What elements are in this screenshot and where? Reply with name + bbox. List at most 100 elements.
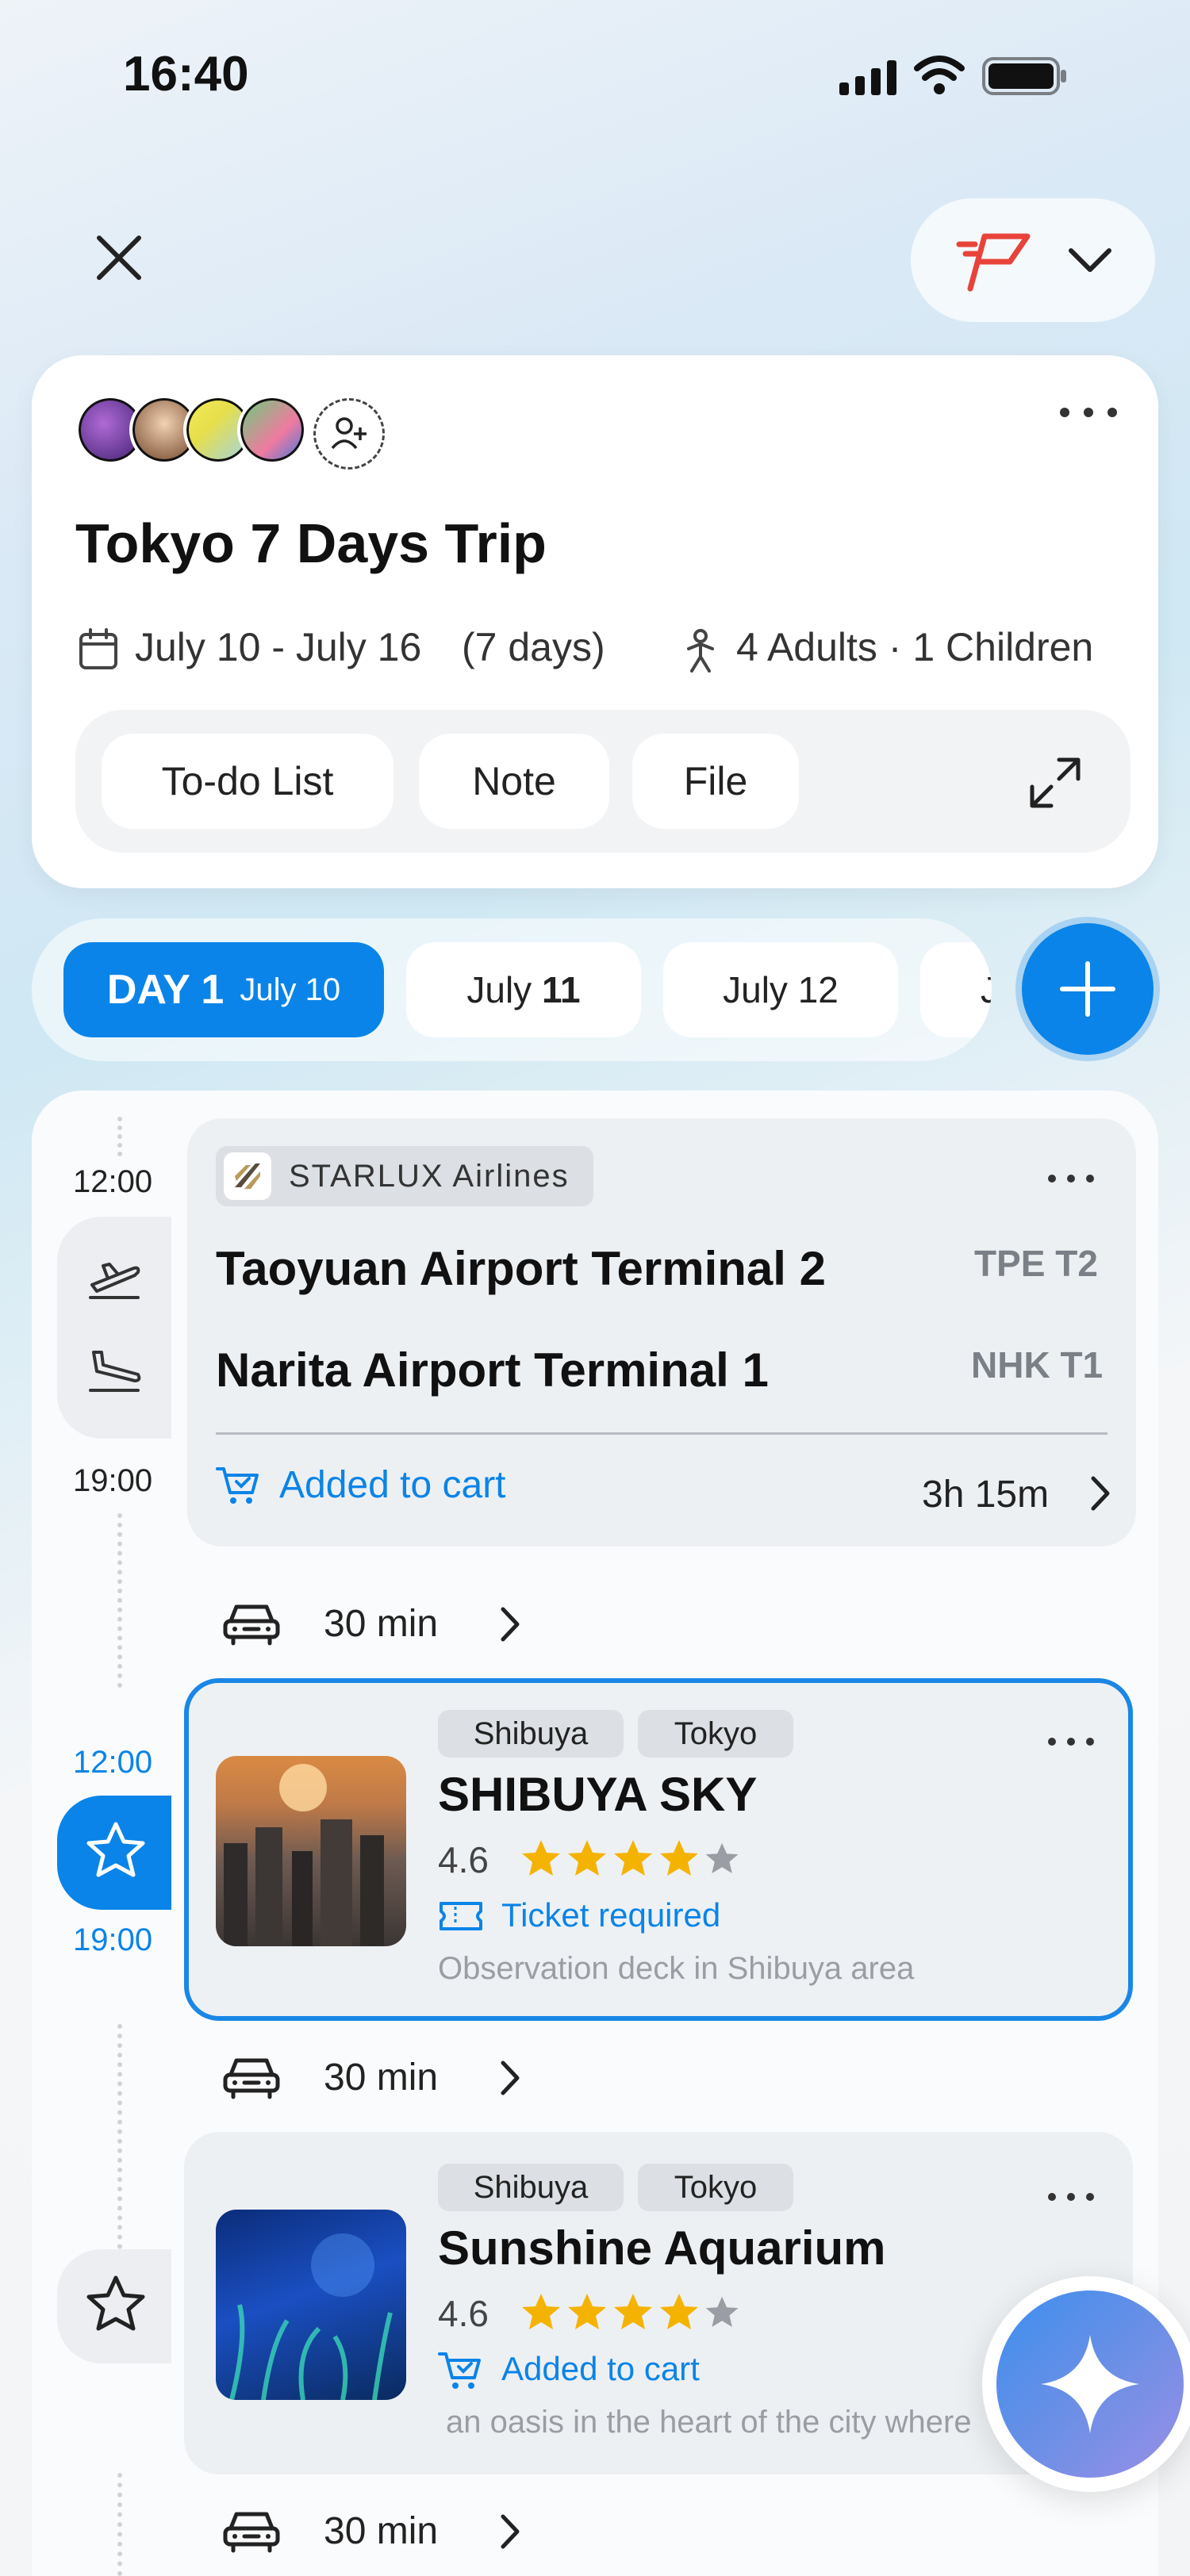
transit-duration: 30 min bbox=[324, 2510, 439, 2552]
tab-july-11[interactable]: July 11 bbox=[406, 942, 641, 1037]
departure-code: TPE T2 bbox=[974, 1243, 1098, 1284]
tab-july-13[interactable]: J bbox=[920, 942, 992, 1037]
ticket-icon bbox=[438, 1899, 484, 1934]
cart-icon bbox=[438, 2349, 482, 2392]
taxi-icon bbox=[222, 2053, 281, 2100]
star-icon bbox=[86, 1822, 145, 1877]
chevron-down-icon bbox=[1068, 247, 1112, 274]
todo-list-chip[interactable]: To-do List bbox=[102, 734, 393, 829]
place1-rating: 4.6 bbox=[438, 1839, 489, 1880]
flight-duration: 3h 15m bbox=[922, 1474, 1050, 1516]
taxi-icon bbox=[222, 1599, 281, 1646]
place1-start-time: 12:00 bbox=[73, 1745, 153, 1780]
tag-shibuya: Shibuya bbox=[438, 2164, 624, 2211]
day-label: DAY 1 bbox=[106, 967, 225, 1013]
arrival-code: NHK T1 bbox=[971, 1344, 1104, 1386]
place-photo bbox=[216, 1756, 406, 1946]
avatar bbox=[237, 395, 307, 465]
app-screen: 16:40 Tokyo 7 Days Trip July 10 - July 1… bbox=[0, 0, 1190, 2576]
rating-stars bbox=[520, 1838, 743, 1880]
wifi-icon bbox=[914, 56, 965, 95]
expand-button[interactable] bbox=[1027, 755, 1083, 811]
signal-icon bbox=[839, 59, 900, 95]
place1-more-button[interactable] bbox=[1046, 1735, 1096, 1748]
place2-rating: 4.6 bbox=[438, 2293, 489, 2334]
more-icon bbox=[1048, 1175, 1094, 1183]
timeline-connector bbox=[117, 1117, 122, 1156]
place-photo bbox=[216, 2210, 406, 2400]
cart-icon bbox=[216, 1464, 260, 1507]
day-date-prefix: July bbox=[466, 969, 542, 1010]
chevron-right-icon[interactable] bbox=[1090, 1475, 1111, 1512]
more-icon bbox=[1048, 2193, 1094, 2201]
transit-duration: 30 min bbox=[324, 2057, 439, 2099]
tab-july-12[interactable]: July 12 bbox=[663, 942, 898, 1037]
file-chip[interactable]: File bbox=[632, 734, 799, 829]
flight-end-time: 19:00 bbox=[73, 1463, 153, 1498]
flight-more-button[interactable] bbox=[1046, 1172, 1096, 1185]
ai-assistant-button[interactable] bbox=[982, 2276, 1190, 2492]
calendar-icon bbox=[78, 627, 119, 671]
airline-logo-icon bbox=[224, 1152, 271, 1200]
place1-description: Observation deck in Shibuya area bbox=[438, 1951, 915, 1986]
place2-more-button[interactable] bbox=[1046, 2191, 1096, 2203]
rating-stars bbox=[520, 2292, 743, 2333]
chevron-right-icon[interactable] bbox=[500, 1606, 520, 1643]
more-icon bbox=[1060, 408, 1117, 417]
place1-end-time: 19:00 bbox=[73, 1922, 153, 1957]
battery-icon bbox=[982, 57, 1068, 95]
tag-shibuya: Shibuya bbox=[438, 1710, 624, 1758]
sparkle-icon bbox=[1041, 2335, 1139, 2433]
trip-switcher-button[interactable] bbox=[911, 198, 1155, 322]
place2-rail bbox=[57, 2249, 171, 2363]
trip-more-button[interactable] bbox=[1057, 404, 1120, 420]
place1-name: SHIBUYA SKY bbox=[438, 1768, 758, 1821]
place2-description: an oasis in the heart of the city where bbox=[446, 2405, 972, 2440]
place1-status: Ticket required bbox=[501, 1896, 721, 1934]
day-tabs: DAY 1 July 10 July 11 July 12 J bbox=[32, 918, 992, 1061]
trip-tools-bar: To-do List Note File bbox=[75, 710, 1130, 853]
person-icon bbox=[681, 628, 720, 673]
flight-cart-status: Added to cart bbox=[279, 1464, 506, 1506]
taxi-icon bbox=[222, 2506, 281, 2554]
note-chip[interactable]: Note bbox=[419, 734, 609, 829]
arrival-airport: Narita Airport Terminal 1 bbox=[216, 1344, 769, 1397]
flight-start-time: 12:00 bbox=[73, 1164, 153, 1199]
add-day-button[interactable] bbox=[1022, 923, 1154, 1055]
airline-name: STARLUX Airlines bbox=[289, 1158, 570, 1194]
ai-button-face bbox=[996, 2290, 1184, 2478]
day-date-num: 11 bbox=[541, 969, 581, 1010]
transit-duration: 30 min bbox=[324, 1603, 439, 1645]
day-date: July 10 bbox=[240, 972, 341, 1007]
star-icon bbox=[86, 2275, 145, 2331]
close-button[interactable] bbox=[91, 230, 147, 286]
timeline-connector bbox=[117, 2473, 122, 2576]
trip-title: Tokyo 7 Days Trip bbox=[75, 512, 547, 574]
trip-travelers: 4 Adults · 1 Children bbox=[736, 625, 1094, 669]
status-time: 16:40 bbox=[123, 47, 249, 102]
close-icon bbox=[97, 236, 141, 280]
member-avatars[interactable] bbox=[75, 395, 393, 471]
divider bbox=[216, 1432, 1107, 1435]
chevron-right-icon[interactable] bbox=[500, 2513, 520, 2550]
landing-icon bbox=[86, 1347, 143, 1395]
add-person-icon bbox=[331, 417, 367, 450]
chevron-right-icon[interactable] bbox=[500, 2060, 520, 2096]
timeline-connector bbox=[117, 2024, 122, 2278]
add-member-button[interactable] bbox=[313, 398, 385, 470]
plus-icon bbox=[1060, 961, 1115, 1017]
departure-airport: Taoyuan Airport Terminal 2 bbox=[216, 1242, 827, 1295]
airline-tag: STARLUX Airlines bbox=[216, 1146, 593, 1206]
tag-tokyo: Tokyo bbox=[638, 1710, 793, 1758]
trip-duration: (7 days) bbox=[462, 625, 605, 669]
takeoff-icon bbox=[86, 1256, 143, 1304]
expand-icon bbox=[1030, 757, 1081, 808]
place2-name: Sunshine Aquarium bbox=[438, 2221, 886, 2275]
flight-rail bbox=[57, 1217, 171, 1439]
tab-day-1[interactable]: DAY 1 July 10 bbox=[63, 942, 384, 1037]
flag-icon bbox=[954, 230, 1031, 293]
more-icon bbox=[1048, 1738, 1094, 1746]
place2-status: Added to cart bbox=[501, 2350, 700, 2387]
timeline-connector bbox=[117, 1513, 122, 1688]
tag-tokyo: Tokyo bbox=[638, 2164, 793, 2211]
